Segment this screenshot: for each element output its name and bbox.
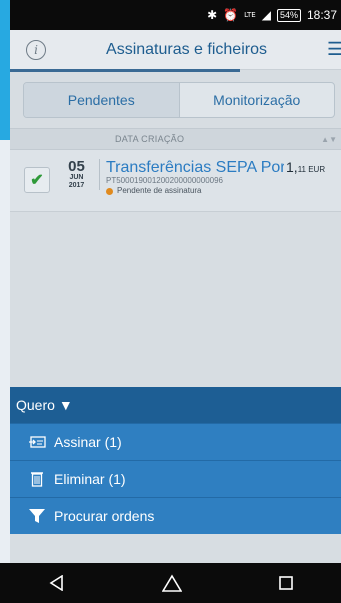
action-sheet-title: Quero bbox=[16, 397, 55, 413]
home-icon[interactable] bbox=[161, 574, 182, 592]
sort-icon[interactable]: ▲▼ bbox=[321, 135, 337, 144]
date-day: 05 bbox=[68, 158, 85, 175]
loading-bar bbox=[10, 69, 240, 72]
status-dot-icon bbox=[106, 187, 113, 195]
order-title: Transferências SEPA Por bbox=[106, 159, 284, 176]
alarm-icon: ⏰ bbox=[223, 8, 239, 22]
row-checkbox[interactable]: ✔ bbox=[24, 167, 50, 193]
action-sheet-header[interactable]: Quero ▼ bbox=[10, 387, 341, 423]
app-bar: i Assinaturas e ficheiros ☰ bbox=[10, 30, 341, 72]
signal-icon: ◢ bbox=[261, 8, 271, 22]
order-amount: 1,11 EUR bbox=[286, 159, 325, 175]
info-icon[interactable]: i bbox=[26, 39, 46, 60]
tab-pendentes[interactable]: Pendentes bbox=[24, 83, 179, 117]
search-orders-label: Procurar ordens bbox=[54, 508, 155, 524]
date-year: 2017 bbox=[68, 182, 85, 189]
triangle-down-icon: ▼ bbox=[58, 397, 73, 413]
menu-icon[interactable]: ☰ bbox=[327, 39, 341, 60]
order-reference: PT500019001200200000000096 bbox=[106, 176, 224, 185]
app-frame: ✱ ⏰ LTE ◢ 54% 18:37 i Assinaturas e fich… bbox=[10, 0, 341, 603]
bluetooth-icon: ✱ bbox=[207, 8, 218, 22]
amount-cents: 11 EUR bbox=[297, 165, 326, 174]
date-block: 05 JUN 2017 bbox=[60, 159, 100, 190]
check-icon: ✔ bbox=[30, 172, 44, 189]
back-icon[interactable] bbox=[49, 575, 65, 591]
delete-button[interactable]: Eliminar (1) bbox=[10, 460, 341, 497]
date-column-label: DATA CRIAÇÃO bbox=[115, 134, 185, 144]
search-orders-button[interactable]: Procurar ordens bbox=[10, 497, 341, 534]
order-info: Transferências SEPA Por PT50001900120020… bbox=[106, 159, 284, 196]
delete-button-label: Eliminar (1) bbox=[54, 471, 126, 487]
column-header[interactable]: DATA CRIAÇÃO ▲▼ bbox=[10, 128, 341, 150]
status-badge: Pendente de assinatura bbox=[106, 186, 284, 196]
sign-button-label: Assinar (1) bbox=[54, 434, 122, 450]
action-sheet: Quero ▼ Assinar (1) Eliminar (1) Procura… bbox=[10, 387, 341, 534]
page-title: Assinaturas e ficheiros bbox=[106, 40, 267, 58]
system-nav-bar bbox=[0, 563, 341, 603]
tab-bar: Pendentes Monitorização bbox=[23, 82, 335, 118]
battery-indicator: 54% bbox=[276, 8, 301, 22]
filter-icon bbox=[28, 508, 46, 524]
screen: ✱ ⏰ LTE ◢ 54% 18:37 i Assinaturas e fich… bbox=[0, 0, 341, 603]
recents-icon[interactable] bbox=[278, 576, 293, 590]
sign-icon bbox=[28, 436, 46, 448]
sign-button[interactable]: Assinar (1) bbox=[10, 423, 341, 460]
status-bar: ✱ ⏰ LTE ◢ 54% 18:37 bbox=[10, 0, 341, 30]
tab-monitorizacao[interactable]: Monitorização bbox=[178, 83, 335, 117]
clock: 18:37 bbox=[306, 8, 337, 22]
lte-icon: LTE bbox=[244, 11, 256, 19]
amount-main: 1, bbox=[286, 159, 298, 175]
list-item[interactable]: ✔ 05 JUN 2017 Transferências SEPA Por PT… bbox=[10, 150, 341, 212]
status-text: Pendente de assinatura bbox=[117, 186, 202, 195]
date-month: JUN bbox=[69, 174, 84, 181]
trash-icon bbox=[28, 471, 46, 487]
